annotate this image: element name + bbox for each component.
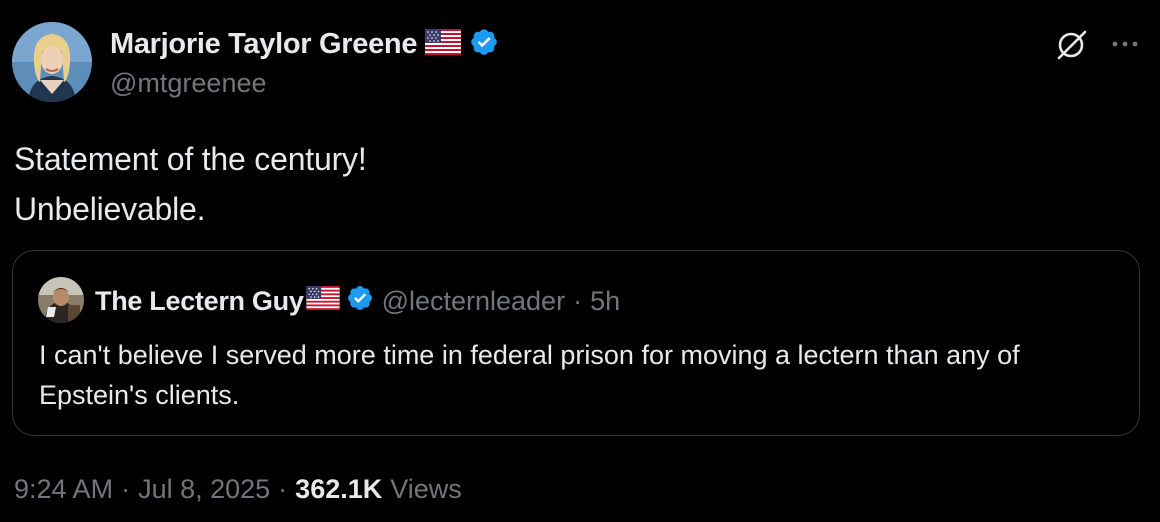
more-options-icon[interactable] (1108, 30, 1142, 58)
author-avatar[interactable] (12, 22, 92, 102)
quoted-tweet-header: The Lectern Guy @lecternleader · 5h (95, 281, 620, 321)
us-flag-icon (305, 285, 340, 317)
us-flag-icon (425, 28, 462, 60)
tweet: Marjorie Taylor Greene @mtgreenee Statem… (0, 0, 1160, 522)
separator-dot: · (278, 474, 288, 504)
tweet-time[interactable]: 9:24 AM (14, 474, 113, 505)
views-count[interactable]: 362.1K (295, 474, 382, 505)
tweet-text-line: Statement of the century! (14, 141, 367, 177)
tweet-meta: 9:24 AM · Jul 8, 2025 · 362.1K Views (14, 474, 462, 505)
author-name[interactable]: Marjorie Taylor Greene (110, 28, 417, 61)
tweet-date[interactable]: Jul 8, 2025 (138, 474, 270, 505)
quoted-author-handle[interactable]: @lecternleader (382, 286, 566, 317)
quoted-tweet-text: I can't believe I served more time in fe… (39, 340, 1020, 410)
verified-badge-icon[interactable] (469, 27, 499, 62)
author-handle[interactable]: @mtgreenee (110, 68, 267, 99)
quoted-tweet[interactable]: The Lectern Guy @lecternleader · 5h I ca… (12, 250, 1140, 436)
grok-icon[interactable] (1055, 28, 1089, 62)
quoted-author-name[interactable]: The Lectern Guy (95, 286, 304, 317)
views-label[interactable]: Views (390, 474, 462, 505)
tweet-text-line: Unbelievable. (14, 191, 206, 227)
quoted-author-avatar[interactable] (38, 277, 84, 323)
separator-dot: · (573, 285, 583, 316)
verified-badge-icon[interactable] (346, 284, 374, 319)
quoted-tweet-time[interactable]: 5h (590, 286, 620, 317)
tweet-text: Statement of the century! Unbelievable. (14, 134, 367, 234)
author-name-row: Marjorie Taylor Greene (110, 26, 499, 62)
separator-dot: · (121, 474, 131, 504)
